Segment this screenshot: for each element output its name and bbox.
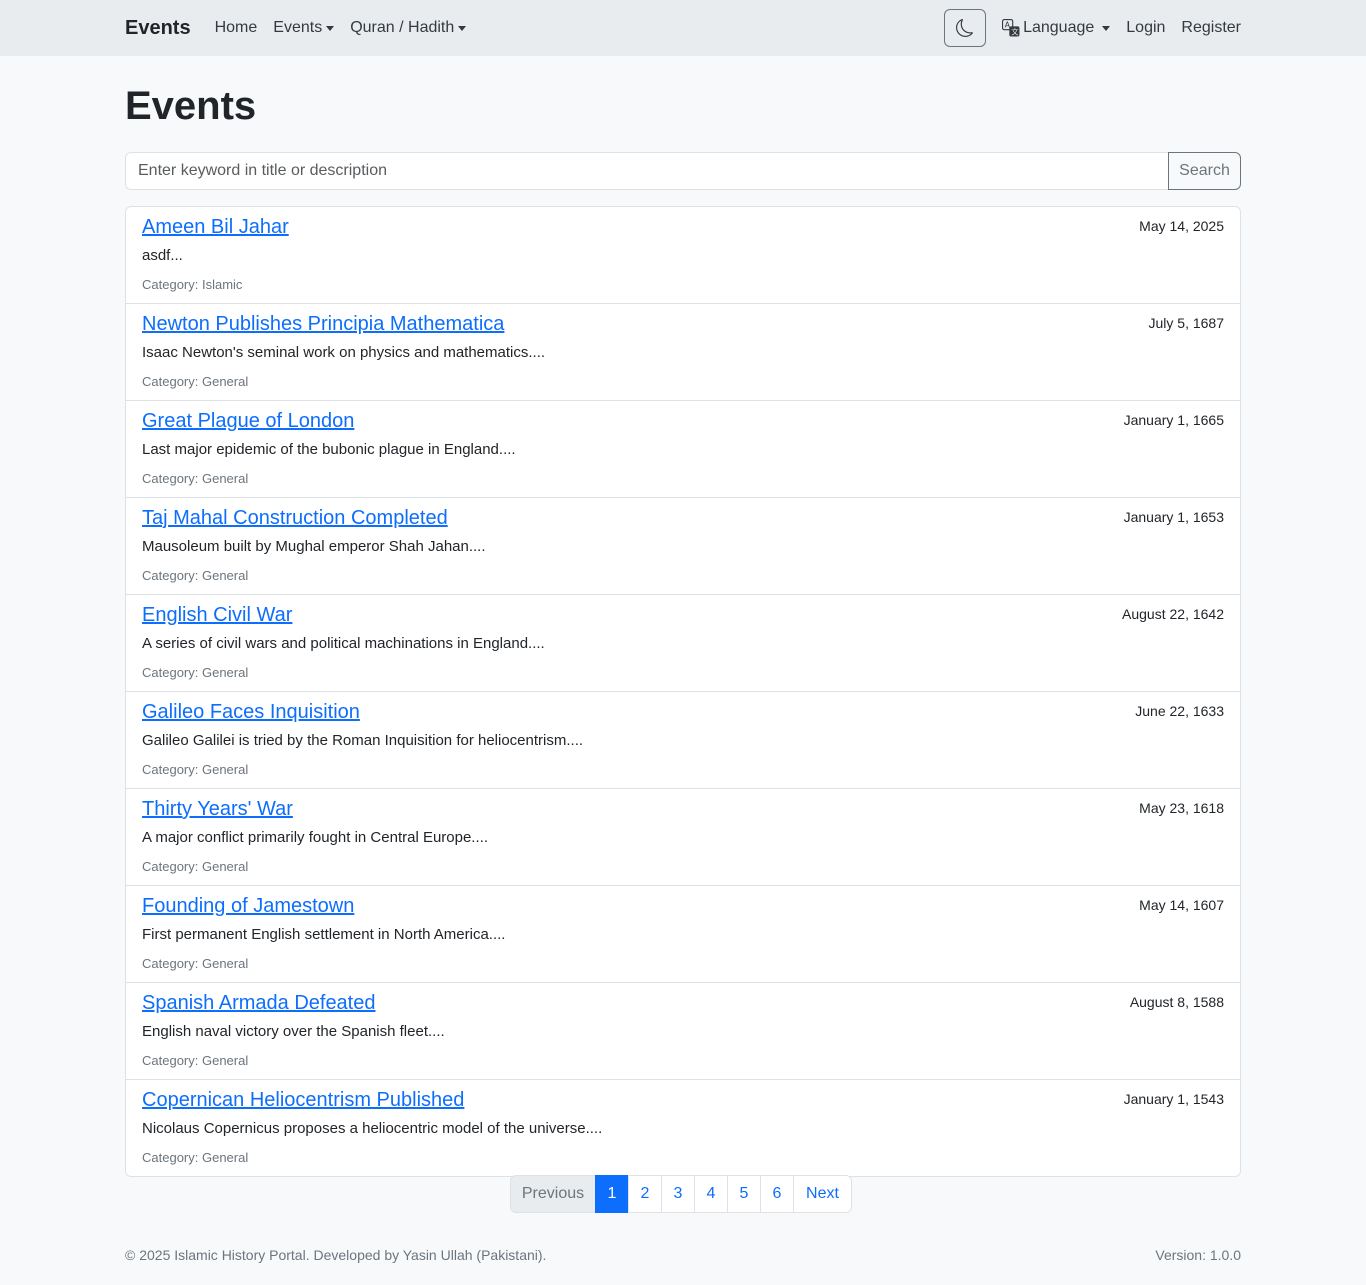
event-date: August 8, 1588 <box>1129 994 1224 1010</box>
event-title-link[interactable]: Founding of Jamestown <box>142 895 354 918</box>
nav-events-label: Events <box>273 19 323 36</box>
event-description: English naval victory over the Spanish f… <box>142 1023 445 1040</box>
event-category: Category: General <box>142 762 249 777</box>
list-item: Spanish Armada Defeated August 8, 1588 E… <box>126 983 1240 1080</box>
event-title-link[interactable]: Thirty Years' War <box>142 798 293 821</box>
event-description: Isaac Newton's seminal work on physics a… <box>142 344 546 361</box>
event-date: January 1, 1653 <box>1123 509 1224 525</box>
chevron-down-icon <box>458 25 467 31</box>
language-label: Language <box>1023 19 1095 36</box>
list-item: Founding of Jamestown May 14, 1607 First… <box>126 886 1240 983</box>
pagination-page-2[interactable]: 2 <box>628 1175 662 1213</box>
list-item: Thirty Years' War May 23, 1618 A major c… <box>126 789 1240 886</box>
event-category: Category: General <box>142 1150 249 1165</box>
events-list: Ameen Bil Jahar May 14, 2025 asdf... Cat… <box>125 206 1241 1177</box>
event-title-link[interactable]: Copernican Heliocentrism Published <box>142 1089 464 1112</box>
event-description: Last major epidemic of the bubonic plagu… <box>142 441 516 458</box>
search-form: Search <box>125 152 1241 190</box>
pagination-page-6[interactable]: 6 <box>760 1175 794 1213</box>
event-title-link[interactable]: Spanish Armada Defeated <box>142 992 376 1015</box>
event-date: August 22, 1642 <box>1122 606 1224 622</box>
event-category: Category: General <box>142 568 249 583</box>
event-category: Category: General <box>142 471 249 486</box>
event-date: January 1, 1665 <box>1123 412 1224 428</box>
list-item: Taj Mahal Construction Completed January… <box>126 498 1240 595</box>
nav-quran-hadith-dropdown[interactable]: Quran / Hadith <box>350 19 467 37</box>
event-date: January 1, 1543 <box>1123 1091 1224 1107</box>
event-date: May 23, 1618 <box>1139 800 1224 816</box>
event-date: June 22, 1633 <box>1135 703 1224 719</box>
pagination-page-1[interactable]: 1 <box>595 1175 629 1213</box>
brand-logo[interactable]: Events <box>125 17 191 40</box>
pagination-page-3[interactable]: 3 <box>661 1175 695 1213</box>
list-item: Great Plague of London January 1, 1665 L… <box>126 401 1240 498</box>
pagination-page-4[interactable]: 4 <box>694 1175 728 1213</box>
event-description: asdf... <box>142 247 183 264</box>
nav-quran-hadith-label: Quran / Hadith <box>350 19 455 36</box>
event-category: Category: General <box>142 665 249 680</box>
svg-text:文: 文 <box>1011 28 1019 37</box>
event-category: Category: General <box>142 859 249 874</box>
event-date: July 5, 1687 <box>1148 315 1225 331</box>
event-title-link[interactable]: Galileo Faces Inquisition <box>142 701 360 724</box>
event-description: Galileo Galilei is tried by the Roman In… <box>142 732 584 749</box>
list-item: Galileo Faces Inquisition June 22, 1633 … <box>126 692 1240 789</box>
event-date: May 14, 1607 <box>1139 897 1224 913</box>
chevron-down-icon <box>326 25 335 31</box>
event-description: A series of civil wars and political mac… <box>142 635 545 652</box>
event-title-link[interactable]: English Civil War <box>142 604 292 627</box>
pagination-previous[interactable]: Previous <box>510 1175 596 1213</box>
event-title-link[interactable]: Newton Publishes Principia Mathematica <box>142 313 504 336</box>
event-title-link[interactable]: Ameen Bil Jahar <box>142 216 289 239</box>
page-title: Events <box>125 84 257 128</box>
event-description: First permanent English settlement in No… <box>142 926 506 943</box>
list-item: Copernican Heliocentrism Published Janua… <box>126 1080 1240 1176</box>
translate-icon: A 文 <box>1002 19 1020 37</box>
login-link[interactable]: Login <box>1126 19 1165 37</box>
pagination-next[interactable]: Next <box>793 1175 852 1213</box>
chevron-down-icon <box>1102 25 1111 31</box>
register-link[interactable]: Register <box>1181 19 1241 37</box>
search-button[interactable]: Search <box>1168 152 1241 190</box>
nav-home[interactable]: Home <box>215 19 258 37</box>
event-description: Nicolaus Copernicus proposes a heliocent… <box>142 1120 603 1137</box>
navbar-right: A 文 Language Login Register <box>944 9 1241 47</box>
list-item: Ameen Bil Jahar May 14, 2025 asdf... Cat… <box>126 207 1240 304</box>
pagination: Previous 1 2 3 4 5 6 Next <box>510 1175 852 1213</box>
theme-toggle-button[interactable] <box>944 9 987 47</box>
footer: © 2025 Islamic History Portal. Developed… <box>125 1247 1241 1263</box>
moon-icon <box>956 19 973 37</box>
list-item: Newton Publishes Principia Mathematica J… <box>126 304 1240 401</box>
event-category: Category: General <box>142 956 249 971</box>
footer-copyright: © 2025 Islamic History Portal. Developed… <box>125 1247 547 1263</box>
pagination-page-5[interactable]: 5 <box>727 1175 761 1213</box>
event-date: May 14, 2025 <box>1139 218 1224 234</box>
navbar: Events Home Events Quran / Hadith A 文 La… <box>0 0 1366 56</box>
list-item: English Civil War August 22, 1642 A seri… <box>126 595 1240 692</box>
nav-events-dropdown[interactable]: Events <box>273 19 335 37</box>
event-description: A major conflict primarily fought in Cen… <box>142 829 488 846</box>
event-title-link[interactable]: Great Plague of London <box>142 410 354 433</box>
search-input[interactable] <box>125 152 1168 190</box>
language-dropdown[interactable]: A 文 Language <box>1002 19 1111 37</box>
event-title-link[interactable]: Taj Mahal Construction Completed <box>142 507 448 530</box>
event-category: Category: Islamic <box>142 277 243 292</box>
footer-version: Version: 1.0.0 <box>1155 1247 1241 1263</box>
event-category: Category: General <box>142 1053 249 1068</box>
navbar-inner: Events Home Events Quran / Hadith A 文 La… <box>125 0 1241 56</box>
event-category: Category: General <box>142 374 249 389</box>
event-description: Mausoleum built by Mughal emperor Shah J… <box>142 538 486 555</box>
